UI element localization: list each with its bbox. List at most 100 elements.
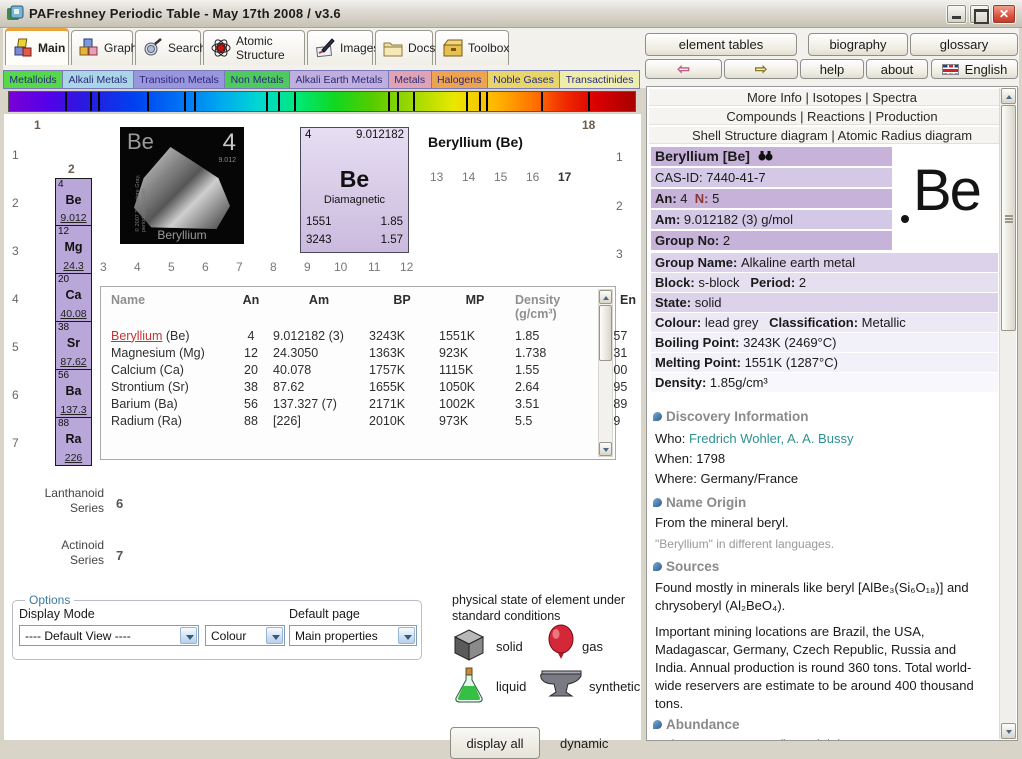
legend-alkali-metals[interactable]: Alkali Metals bbox=[63, 71, 134, 88]
element-cell-be[interactable]: 4 Be 9.012 bbox=[55, 178, 92, 226]
table-row-name[interactable]: Radium (Ra) bbox=[111, 412, 229, 429]
row4-mp: 1002K bbox=[439, 395, 511, 412]
table-scrollbar[interactable] bbox=[598, 289, 613, 457]
element-tables-button[interactable]: element tables bbox=[645, 33, 797, 56]
nav-diagrams-row[interactable]: Shell Structure diagram | Atomic Radius … bbox=[649, 127, 1015, 144]
nav-more-info-row[interactable]: More Info | Isotopes | Spectra bbox=[649, 89, 1015, 106]
group-9-label: 9 bbox=[304, 260, 311, 274]
glossary-button[interactable]: glossary bbox=[910, 33, 1018, 56]
scroll-up-icon[interactable] bbox=[1001, 88, 1016, 104]
close-button[interactable] bbox=[992, 4, 1016, 24]
scroll-thumb[interactable] bbox=[1001, 105, 1016, 331]
nav-compounds-row[interactable]: Compounds | Reactions | Production bbox=[649, 108, 1015, 125]
ba-mass: 137.3 bbox=[56, 404, 91, 416]
element-cell-ra[interactable]: 88 Ra 226 bbox=[55, 418, 92, 466]
tab-images[interactable]: Images bbox=[307, 30, 373, 65]
maximize-button[interactable] bbox=[969, 4, 990, 24]
tab-atomic-structure[interactable]: Atomic Structure bbox=[203, 30, 305, 65]
minimize-button[interactable] bbox=[946, 4, 967, 24]
table-row-name[interactable]: Calcium (Ca) bbox=[111, 361, 229, 378]
tab-atomic-structure-label: Atomic Structure bbox=[236, 34, 298, 62]
scroll-down-icon[interactable] bbox=[1001, 723, 1016, 739]
magnesium-link[interactable]: Magnesium bbox=[111, 346, 176, 360]
periodic-table-panel: 1 18 2 1 2 3 4 5 6 7 1 2 3 4 Be 9.012 12… bbox=[4, 114, 641, 740]
element-card[interactable]: 4 9.012182 Be Diamagnetic 1551 1.85 3243… bbox=[300, 127, 409, 253]
row1-mp: 923K bbox=[439, 344, 511, 361]
calcium-link[interactable]: Calcium bbox=[111, 363, 156, 377]
tab-main[interactable]: Main bbox=[5, 28, 69, 65]
element-cell-ca[interactable]: 20 Ca 40.08 bbox=[55, 274, 92, 322]
legend-non-metals[interactable]: Non Metals bbox=[225, 71, 290, 88]
group-12-label: 12 bbox=[400, 260, 413, 274]
tab-docs[interactable]: Docs bbox=[375, 30, 433, 65]
help-button[interactable]: help bbox=[800, 59, 864, 79]
period-7-label: 7 bbox=[12, 436, 19, 450]
legend-halogens[interactable]: Halogens bbox=[432, 71, 488, 88]
chevron-down-icon[interactable] bbox=[180, 627, 197, 644]
element-cell-sr[interactable]: 38 Sr 87.62 bbox=[55, 322, 92, 370]
tab-images-label: Images bbox=[340, 41, 379, 55]
table-row-name[interactable]: Barium (Ba) bbox=[111, 395, 229, 412]
languages-link[interactable]: "Beryllium" in different languages. bbox=[655, 537, 834, 551]
forward-button[interactable]: ⇨ bbox=[724, 59, 798, 79]
density-value: 1.85g/cm³ bbox=[710, 375, 768, 390]
language-button[interactable]: English bbox=[931, 59, 1018, 79]
table-row-name[interactable]: Strontium (Sr) bbox=[111, 378, 229, 395]
who-label: Who: bbox=[655, 431, 685, 446]
row0-am: 9.012182 (3) bbox=[273, 327, 365, 344]
element-cell-mg[interactable]: 12 Mg 24.3 bbox=[55, 226, 92, 274]
who-links[interactable]: Fredrich Wohler, A. A. Bussy bbox=[689, 431, 854, 446]
ca-symbol: Ca bbox=[56, 288, 91, 302]
actinoid-period-number: 7 bbox=[116, 548, 123, 563]
discovery-when: When: 1798 bbox=[655, 451, 725, 466]
legend-alkali-earth-metals[interactable]: Alkali Earth Metals bbox=[290, 71, 389, 88]
element-cell-ba[interactable]: 56 Ba 137.3 bbox=[55, 370, 92, 418]
colour-select[interactable]: Colour bbox=[205, 625, 285, 646]
section-bullet-icon bbox=[653, 412, 662, 421]
group-no-row: Group No: 2 bbox=[651, 231, 892, 250]
default-page-select[interactable]: Main properties bbox=[289, 625, 417, 646]
where-label: Where: bbox=[655, 471, 697, 486]
row0-bp: 3243K bbox=[369, 327, 435, 344]
legend-transactinides[interactable]: Transactinides bbox=[560, 71, 639, 88]
period-3-right-label: 3 bbox=[616, 247, 623, 261]
n-label: N: bbox=[695, 191, 709, 206]
table-scroll-thumb[interactable] bbox=[599, 305, 612, 361]
chevron-down-icon[interactable] bbox=[266, 627, 283, 644]
section-bullet-icon bbox=[653, 720, 662, 729]
colour-classification-row: Colour: lead grey Classification: Metall… bbox=[651, 313, 998, 332]
table-row-name[interactable]: Magnesium (Mg) bbox=[111, 344, 229, 361]
strontium-link[interactable]: Strontium bbox=[111, 380, 165, 394]
legend-transition-metals[interactable]: Transition Metals bbox=[134, 71, 225, 88]
biography-button[interactable]: biography bbox=[808, 33, 908, 56]
barium-link[interactable]: Barium bbox=[111, 397, 151, 411]
sr-symbol: Sr bbox=[56, 336, 91, 350]
be-mass: 9.012 bbox=[56, 212, 91, 224]
legend-metalloids[interactable]: Metalloids bbox=[4, 71, 63, 88]
row5-mp: 973K bbox=[439, 412, 511, 429]
binoculars-icon[interactable] bbox=[758, 150, 773, 161]
table-scroll-up-icon[interactable] bbox=[599, 290, 612, 304]
group-8-label: 8 bbox=[270, 260, 277, 274]
row3-density: 2.64 bbox=[515, 378, 599, 395]
legend-metals[interactable]: Metals bbox=[389, 71, 432, 88]
chevron-down-icon[interactable] bbox=[398, 627, 415, 644]
tab-search[interactable]: Search bbox=[135, 30, 201, 65]
display-mode-select[interactable]: ---- Default View ---- bbox=[19, 625, 199, 646]
col-density-line2: (g/cm³) bbox=[515, 307, 557, 321]
radium-link[interactable]: Radium bbox=[111, 414, 154, 428]
back-button[interactable]: ⇦ bbox=[645, 59, 722, 79]
about-button[interactable]: about bbox=[866, 59, 928, 79]
tab-toolbox[interactable]: Toolbox bbox=[435, 30, 509, 65]
beryllium-link[interactable]: Beryllium bbox=[111, 329, 162, 343]
table-scroll-down-icon[interactable] bbox=[599, 442, 612, 456]
info-panel-scrollbar[interactable] bbox=[999, 88, 1016, 739]
tab-graph[interactable]: Graph bbox=[71, 30, 133, 65]
table-row-name[interactable]: Beryllium (Be) bbox=[111, 327, 229, 344]
card-density: 1.85 bbox=[381, 216, 403, 228]
group-no-label: Group No: bbox=[655, 233, 719, 248]
legend-noble-gases[interactable]: Noble Gases bbox=[488, 71, 561, 88]
display-all-button[interactable]: display all bbox=[450, 727, 540, 759]
section-bullet-icon bbox=[653, 562, 662, 571]
docs-folder-icon bbox=[382, 37, 404, 59]
